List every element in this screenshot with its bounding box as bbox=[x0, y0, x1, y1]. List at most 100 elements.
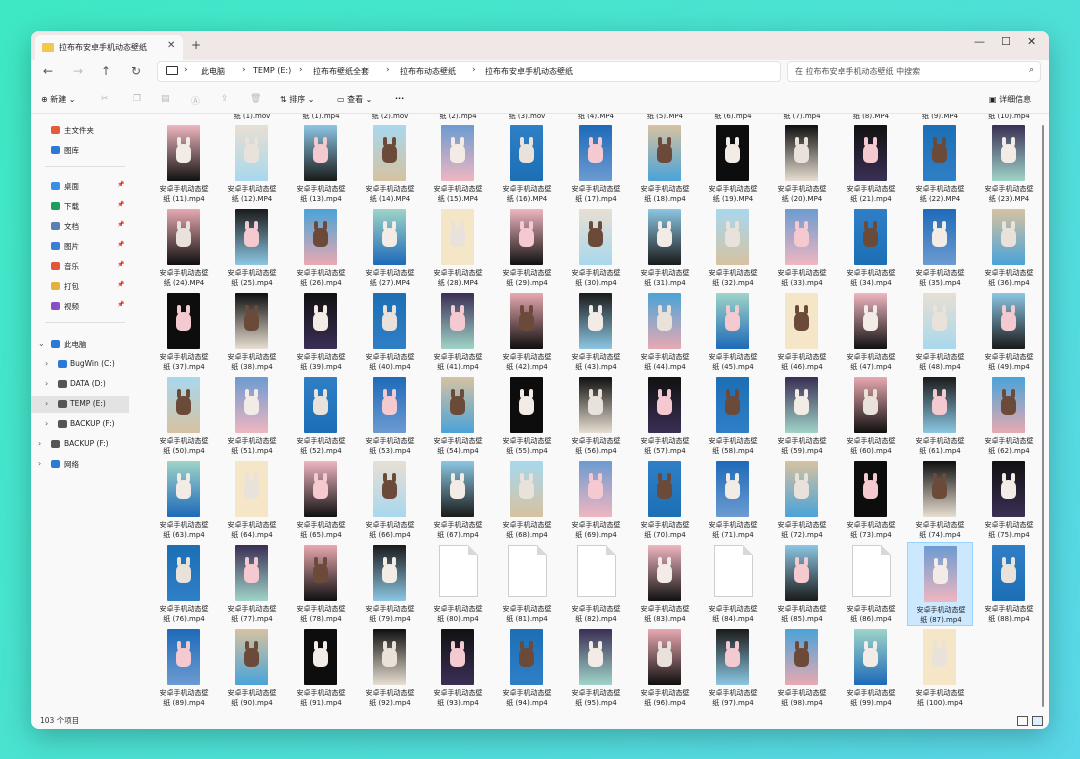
file-item[interactable]: 安卓手机动态壁纸 (31).mp4 bbox=[632, 206, 698, 290]
file-item[interactable]: 安卓手机动态壁纸 (43).mp4 bbox=[563, 290, 629, 374]
file-name-partial[interactable]: 纸 (2).mp4 bbox=[425, 114, 491, 121]
sidebar-item-BugWin-(C:)[interactable]: › BugWin (C:) bbox=[31, 356, 129, 373]
file-item[interactable]: 安卓手机动态壁纸 (56).mp4 bbox=[563, 374, 629, 458]
chevron-right-icon[interactable]: › bbox=[45, 399, 48, 408]
file-item[interactable]: 安卓手机动态壁纸 (95).mp4 bbox=[563, 626, 629, 710]
cut-icon[interactable]: ✂ bbox=[101, 94, 109, 104]
file-item[interactable]: 安卓手机动态壁纸 (20).MP4 bbox=[769, 122, 835, 206]
file-item[interactable]: 安卓手机动态壁纸 (36).mp4 bbox=[976, 206, 1039, 290]
file-item[interactable]: 安卓手机动态壁纸 (23).MP4 bbox=[976, 122, 1039, 206]
file-item[interactable]: 安卓手机动态壁纸 (73).mp4 bbox=[838, 458, 904, 542]
file-name-partial[interactable]: 纸 (8).MP4 bbox=[838, 114, 904, 121]
file-name-partial[interactable]: 纸 (7).mp4 bbox=[769, 114, 835, 121]
sidebar-item-图片[interactable]: 图片 📌 bbox=[31, 238, 129, 255]
file-item[interactable]: 安卓手机动态壁纸 (26).mp4 bbox=[288, 206, 354, 290]
file-item[interactable]: 安卓手机动态壁纸 (75).mp4 bbox=[976, 458, 1039, 542]
file-item[interactable]: 安卓手机动态壁纸 (68).mp4 bbox=[494, 458, 560, 542]
file-item[interactable]: 安卓手机动态壁纸 (100).mp4 bbox=[907, 626, 973, 710]
file-item[interactable]: 安卓手机动态壁纸 (98).mp4 bbox=[769, 626, 835, 710]
more-button[interactable]: ··· bbox=[395, 94, 404, 103]
new-tab-button[interactable]: + bbox=[191, 38, 201, 52]
file-item[interactable]: 安卓手机动态壁纸 (77).mp4 bbox=[219, 542, 285, 626]
back-button[interactable]: ← bbox=[43, 64, 53, 78]
file-item[interactable]: 安卓手机动态壁纸 (18).mp4 bbox=[632, 122, 698, 206]
sidebar-item-网络[interactable]: › 网络 bbox=[31, 456, 129, 473]
file-name-partial[interactable]: 纸 (10).mp4 bbox=[976, 114, 1039, 121]
close-tab-icon[interactable]: ✕ bbox=[167, 40, 175, 51]
file-item[interactable]: 安卓手机动态壁纸 (71).mp4 bbox=[700, 458, 766, 542]
file-item[interactable]: 安卓手机动态壁纸 (49).mp4 bbox=[976, 290, 1039, 374]
file-item[interactable]: 安卓手机动态壁纸 (93).mp4 bbox=[425, 626, 491, 710]
file-item[interactable]: 安卓手机动态壁纸 (60).mp4 bbox=[838, 374, 904, 458]
sidebar-item-BACKUP-(F:)[interactable]: › BACKUP (F:) bbox=[31, 416, 129, 433]
file-item[interactable]: 安卓手机动态壁纸 (81).mp4 bbox=[494, 542, 560, 626]
file-item[interactable]: 安卓手机动态壁纸 (85).mp4 bbox=[769, 542, 835, 626]
file-item[interactable]: 安卓手机动态壁纸 (40).mp4 bbox=[357, 290, 423, 374]
chevron-down-icon[interactable]: ⌄ bbox=[38, 339, 45, 348]
file-item[interactable]: 安卓手机动态壁纸 (76).mp4 bbox=[151, 542, 217, 626]
file-item[interactable]: 安卓手机动态壁纸 (83).mp4 bbox=[632, 542, 698, 626]
file-item[interactable]: 安卓手机动态壁纸 (38).mp4 bbox=[219, 290, 285, 374]
file-name-partial[interactable]: 纸 (6).mp4 bbox=[700, 114, 766, 121]
breadcrumb-temp[interactable]: TEMP (E:) bbox=[253, 66, 291, 75]
sort-button[interactable]: ⇅ 排序 ⌄ bbox=[280, 94, 315, 105]
file-item[interactable]: 安卓手机动态壁纸 (78).mp4 bbox=[288, 542, 354, 626]
file-item[interactable]: 安卓手机动态壁纸 (44).mp4 bbox=[632, 290, 698, 374]
breadcrumb-current[interactable]: 拉布布安卓手机动态壁纸 bbox=[485, 66, 573, 77]
file-item[interactable]: 安卓手机动态壁纸 (39).mp4 bbox=[288, 290, 354, 374]
file-item[interactable]: 安卓手机动态壁纸 (25).mp4 bbox=[219, 206, 285, 290]
file-name-partial[interactable]: 纸 (2).mov bbox=[357, 114, 423, 121]
file-item[interactable]: 安卓手机动态壁纸 (24).MP4 bbox=[151, 206, 217, 290]
search-box[interactable]: 在 拉布布安卓手机动态壁纸 中搜索 ⌕ bbox=[787, 61, 1041, 82]
file-item[interactable]: 安卓手机动态壁纸 (70).mp4 bbox=[632, 458, 698, 542]
file-item[interactable]: 安卓手机动态壁纸 (86).mp4 bbox=[838, 542, 904, 626]
file-item[interactable]: 安卓手机动态壁纸 (13).mp4 bbox=[288, 122, 354, 206]
file-item[interactable]: 安卓手机动态壁纸 (51).mp4 bbox=[219, 374, 285, 458]
sidebar-item-BACKUP-(F:)[interactable]: › BACKUP (F:) bbox=[31, 436, 129, 453]
close-window-button[interactable]: ✕ bbox=[1027, 35, 1036, 48]
file-item[interactable]: 安卓手机动态壁纸 (89).mp4 bbox=[151, 626, 217, 710]
details-pane-button[interactable]: ▣ 详细信息 bbox=[989, 94, 1031, 105]
file-item[interactable]: 安卓手机动态壁纸 (88).mp4 bbox=[976, 542, 1039, 626]
file-item[interactable]: 安卓手机动态壁纸 (96).mp4 bbox=[632, 626, 698, 710]
thumbnail-view-icon[interactable] bbox=[1032, 716, 1043, 726]
address-bar[interactable]: › 此电脑 › TEMP (E:) › 拉布布壁纸全套 › 拉布布动态壁纸 › … bbox=[157, 61, 781, 82]
chevron-right-icon[interactable]: › bbox=[45, 379, 48, 388]
file-item[interactable]: 安卓手机动态壁纸 (84).mp4 bbox=[700, 542, 766, 626]
file-item[interactable]: 安卓手机动态壁纸 (30).mp4 bbox=[563, 206, 629, 290]
sidebar-item-此电脑[interactable]: ⌄ 此电脑 bbox=[31, 336, 129, 353]
file-item[interactable]: 安卓手机动态壁纸 (33).mp4 bbox=[769, 206, 835, 290]
file-item[interactable]: 安卓手机动态壁纸 (28).MP4 bbox=[425, 206, 491, 290]
file-name-partial[interactable]: 纸 (9).MP4 bbox=[907, 114, 973, 121]
file-item[interactable]: 安卓手机动态壁纸 (15).MP4 bbox=[425, 122, 491, 206]
file-item[interactable]: 安卓手机动态壁纸 (21).mp4 bbox=[838, 122, 904, 206]
file-item[interactable]: 安卓手机动态壁纸 (66).mp4 bbox=[357, 458, 423, 542]
file-item[interactable]: 安卓手机动态壁纸 (94).mp4 bbox=[494, 626, 560, 710]
file-item[interactable]: 安卓手机动态壁纸 (45).mp4 bbox=[700, 290, 766, 374]
file-name-partial[interactable]: 纸 (3).mov bbox=[494, 114, 560, 121]
forward-button[interactable]: → bbox=[73, 64, 83, 78]
file-item[interactable]: 安卓手机动态壁纸 (63).mp4 bbox=[151, 458, 217, 542]
file-item[interactable]: 安卓手机动态壁纸 (80).mp4 bbox=[425, 542, 491, 626]
file-item[interactable]: 安卓手机动态壁纸 (22).MP4 bbox=[907, 122, 973, 206]
file-name-partial[interactable]: 纸 (4).MP4 bbox=[563, 114, 629, 121]
file-item[interactable]: 安卓手机动态壁纸 (61).mp4 bbox=[907, 374, 973, 458]
file-item[interactable]: 安卓手机动态壁纸 (69).mp4 bbox=[563, 458, 629, 542]
file-item[interactable]: 安卓手机动态壁纸 (11).mp4 bbox=[151, 122, 217, 206]
rename-icon[interactable]: Ⓐ bbox=[191, 94, 200, 107]
file-item[interactable]: 安卓手机动态壁纸 (92).mp4 bbox=[357, 626, 423, 710]
sidebar-item-桌面[interactable]: 桌面 📌 bbox=[31, 178, 129, 195]
sidebar-item-下载[interactable]: 下载 📌 bbox=[31, 198, 129, 215]
up-button[interactable]: ↑ bbox=[101, 64, 111, 78]
details-view-icon[interactable] bbox=[1017, 716, 1028, 726]
file-item[interactable]: 安卓手机动态壁纸 (90).mp4 bbox=[219, 626, 285, 710]
file-item[interactable]: 安卓手机动态壁纸 (35).mp4 bbox=[907, 206, 973, 290]
sidebar-item-打包[interactable]: 打包 📌 bbox=[31, 278, 129, 295]
file-item[interactable]: 安卓手机动态壁纸 (74).mp4 bbox=[907, 458, 973, 542]
file-item[interactable]: 安卓手机动态壁纸 (62).mp4 bbox=[976, 374, 1039, 458]
file-item[interactable]: 安卓手机动态壁纸 (17).mp4 bbox=[563, 122, 629, 206]
minimize-button[interactable]: — bbox=[974, 35, 985, 48]
file-item[interactable]: 安卓手机动态壁纸 (87).mp4 bbox=[907, 542, 973, 626]
file-item[interactable]: 安卓手机动态壁纸 (54).mp4 bbox=[425, 374, 491, 458]
paste-icon[interactable]: ▤ bbox=[161, 94, 170, 104]
